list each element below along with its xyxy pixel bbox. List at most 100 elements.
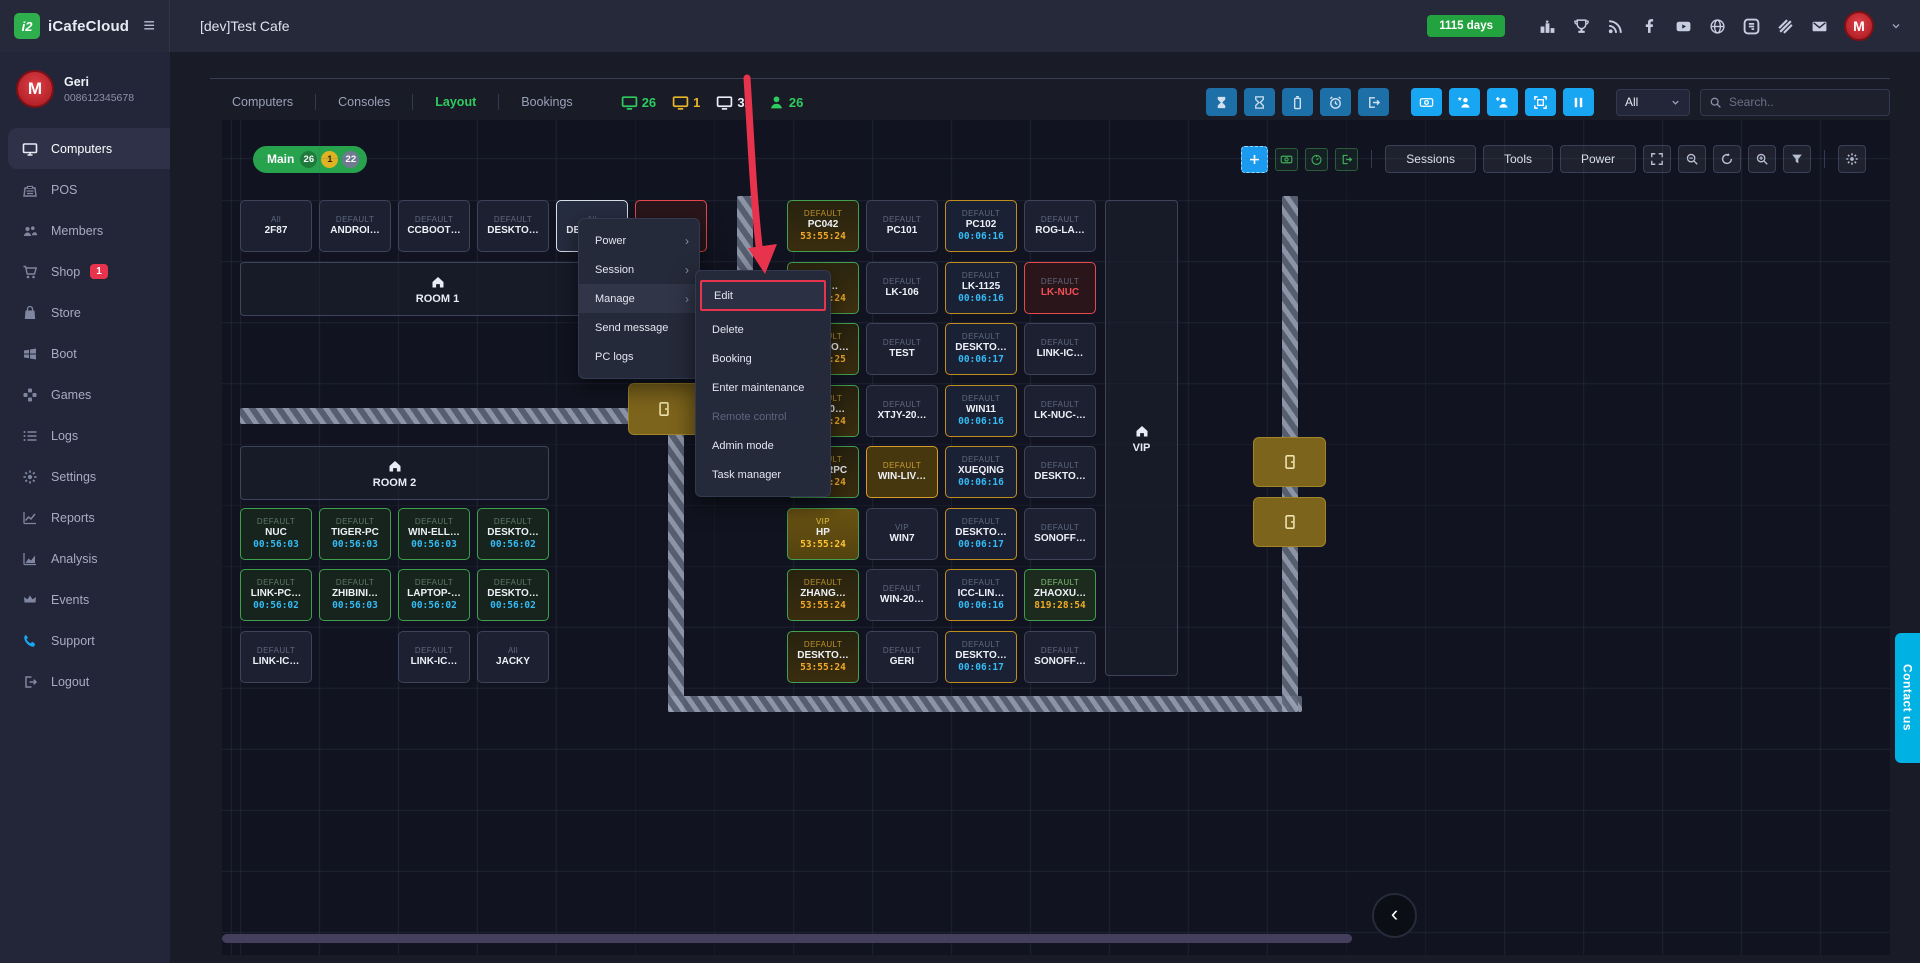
- pc-tile[interactable]: DEFAULTWIN-20…: [866, 569, 938, 621]
- pc-tile[interactable]: DEFAULTWIN1100:06:16: [945, 385, 1017, 437]
- door-tile[interactable]: [628, 383, 700, 435]
- pc-tile[interactable]: DEFAULTROG-LA…: [1024, 200, 1096, 252]
- pc-tile[interactable]: DEFAULTPC101: [866, 200, 938, 252]
- pc-tile[interactable]: DEFAULTDESKTO…00:06:17: [945, 508, 1017, 560]
- pc-tile[interactable]: DEFAULTTEST: [866, 323, 938, 375]
- pc-tile[interactable]: DEFAULTANDROI…: [319, 200, 391, 252]
- layout-grid[interactable]: ROOM 1ROOM 2VIPAll2F87DEFAULTANDROI…DEFA…: [222, 120, 1890, 955]
- sidebar-item-events[interactable]: Events: [0, 579, 170, 620]
- pc-tile[interactable]: DEFAULTPC04253:55:24: [787, 200, 859, 252]
- pc-tile[interactable]: DEFAULTDESKTO…00:56:02: [477, 569, 549, 621]
- sidebar-item-store[interactable]: Store: [0, 292, 170, 333]
- pc-tile[interactable]: DEFAULTLINK-PC…00:56:02: [240, 569, 312, 621]
- pc-tile[interactable]: DEFAULTLINK-IC…: [240, 631, 312, 683]
- user-avatar[interactable]: M: [1844, 11, 1874, 41]
- toolbar-button-member-plus[interactable]: [1487, 88, 1518, 116]
- sidebar-item-games[interactable]: Games: [0, 374, 170, 415]
- pc-tile[interactable]: DEFAULTDESKTO…53:55:24: [787, 631, 859, 683]
- submenu-item-enter-maintenance[interactable]: Enter maintenance: [696, 373, 830, 402]
- pc-tile[interactable]: DEFAULTLAPTOP-…00:56:02: [398, 569, 470, 621]
- pc-tile-label: DEFAULT: [1041, 278, 1079, 286]
- sidebar-item-computers[interactable]: Computers: [8, 128, 170, 169]
- pc-tile[interactable]: DEFAULTLINK-IC…: [1024, 323, 1096, 375]
- toolbar-button-hourglass-filled[interactable]: [1206, 88, 1237, 116]
- menu-item-power[interactable]: Power›: [579, 226, 699, 255]
- pc-tile[interactable]: DEFAULTNUC00:56:03: [240, 508, 312, 560]
- submenu-item-admin-mode[interactable]: Admin mode: [696, 431, 830, 460]
- pc-tile[interactable]: DEFAULTXUEQING00:06:16: [945, 446, 1017, 498]
- menu-item-send-message[interactable]: Send message: [579, 313, 699, 342]
- search-box[interactable]: [1700, 89, 1890, 116]
- sidebar-item-logs[interactable]: Logs: [0, 415, 170, 456]
- tab-computers[interactable]: Computers: [210, 95, 315, 109]
- sidebar-item-analysis[interactable]: Analysis: [0, 538, 170, 579]
- pc-tile[interactable]: DEFAULTDESKTO…: [1024, 446, 1096, 498]
- pc-tile[interactable]: DEFAULTLK-NUC-…: [1024, 385, 1096, 437]
- hamburger-menu-icon[interactable]: ≡: [143, 15, 155, 38]
- toolbar-button-alarm[interactable]: [1320, 88, 1351, 116]
- pc-tile[interactable]: DEFAULTWIN-LIV…: [866, 446, 938, 498]
- menu-item-pc-logs[interactable]: PC logs: [579, 342, 699, 371]
- pc-tile[interactable]: DEFAULTDESKTO…00:06:17: [945, 631, 1017, 683]
- pc-tile[interactable]: DEFAULTSONOFF…: [1024, 631, 1096, 683]
- pc-tile[interactable]: DEFAULTXTJY-20…: [866, 385, 938, 437]
- submenu-item-booking[interactable]: Booking: [696, 344, 830, 373]
- tab-consoles[interactable]: Consoles: [316, 95, 412, 109]
- sidebar-user-card[interactable]: M Geri 008612345678: [0, 52, 170, 128]
- sidebar-item-logout[interactable]: Logout: [0, 661, 170, 702]
- toolbar-button-sign-out[interactable]: [1358, 88, 1389, 116]
- status-filter-select[interactable]: All: [1616, 89, 1690, 116]
- pc-tile[interactable]: DEFAULTLK-106: [866, 262, 938, 314]
- menu-item-manage[interactable]: Manage›: [579, 284, 699, 313]
- submenu-item-delete[interactable]: Delete: [696, 315, 830, 344]
- sidebar-item-members[interactable]: Members: [0, 210, 170, 251]
- submenu-item-edit[interactable]: Edit: [700, 280, 826, 311]
- sidebar-item-shop[interactable]: Shop1: [0, 251, 170, 292]
- pc-tile[interactable]: AllJACKY: [477, 631, 549, 683]
- pc-tile[interactable]: DEFAULTDESKTO…00:06:17: [945, 323, 1017, 375]
- toolbar-button-member-star[interactable]: [1449, 88, 1480, 116]
- pc-tile[interactable]: DEFAULTLINK-IC…: [398, 631, 470, 683]
- pc-tile[interactable]: VIPWIN7: [866, 508, 938, 560]
- pc-tile[interactable]: DEFAULTGERI: [866, 631, 938, 683]
- pc-tile[interactable]: All2F87: [240, 200, 312, 252]
- toolbar-button-scan[interactable]: [1525, 88, 1556, 116]
- sidebar-item-reports[interactable]: Reports: [0, 497, 170, 538]
- chat-fab[interactable]: ‹: [1372, 893, 1417, 938]
- contact-us-tab[interactable]: Contact us: [1895, 633, 1920, 763]
- pc-tile[interactable]: DEFAULTZHANG…53:55:24: [787, 569, 859, 621]
- floor-layout-canvas[interactable]: Main 26122 SessionsToolsPower ROOM 1ROOM…: [222, 120, 1890, 955]
- pc-tile[interactable]: DEFAULTDESKTO…: [477, 200, 549, 252]
- tab-bookings[interactable]: Bookings: [499, 95, 594, 109]
- pc-tile[interactable]: DEFAULTWIN-ELL…00:56:03: [398, 508, 470, 560]
- subscription-days-badge[interactable]: 1115 days: [1427, 15, 1505, 37]
- pc-tile[interactable]: DEFAULTCCBOOT…: [398, 200, 470, 252]
- pc-tile[interactable]: DEFAULTPC10200:06:16: [945, 200, 1017, 252]
- pc-tile-name: ICC-LIN…: [958, 588, 1005, 600]
- pc-tile[interactable]: DEFAULTDESKTO…00:56:02: [477, 508, 549, 560]
- pc-tile[interactable]: DEFAULTLK-NUC: [1024, 262, 1096, 314]
- pc-tile[interactable]: DEFAULTZHAOXU…819:28:54: [1024, 569, 1096, 621]
- tab-layout[interactable]: Layout: [413, 95, 498, 109]
- sidebar-item-boot[interactable]: Boot: [0, 333, 170, 374]
- pc-tile[interactable]: DEFAULTTIGER-PC00:56:03: [319, 508, 391, 560]
- chevron-down-icon[interactable]: [1890, 20, 1902, 32]
- toolbar-button-pause[interactable]: [1563, 88, 1594, 116]
- sidebar-item-pos[interactable]: POS: [0, 169, 170, 210]
- pc-tile[interactable]: DEFAULTSONOFF…: [1024, 508, 1096, 560]
- pc-tile[interactable]: DEFAULTLK-112500:06:16: [945, 262, 1017, 314]
- sidebar-item-support[interactable]: Support: [0, 620, 170, 661]
- toolbar-button-cash[interactable]: [1411, 88, 1442, 116]
- menu-item-session[interactable]: Session›: [579, 255, 699, 284]
- pc-tile[interactable]: VIPHP53:55:24: [787, 508, 859, 560]
- door-tile[interactable]: [1253, 437, 1326, 487]
- pc-tile[interactable]: DEFAULTICC-LIN…00:06:16: [945, 569, 1017, 621]
- door-tile[interactable]: [1253, 497, 1326, 547]
- search-input[interactable]: [1729, 95, 1889, 109]
- toolbar-button-hourglass[interactable]: [1244, 88, 1275, 116]
- horizontal-scrollbar[interactable]: [222, 934, 1352, 943]
- pc-tile[interactable]: DEFAULTZHIBINI…00:56:03: [319, 569, 391, 621]
- submenu-item-task-manager[interactable]: Task manager: [696, 460, 830, 489]
- sidebar-item-settings[interactable]: Settings: [0, 456, 170, 497]
- toolbar-button-battery[interactable]: [1282, 88, 1313, 116]
